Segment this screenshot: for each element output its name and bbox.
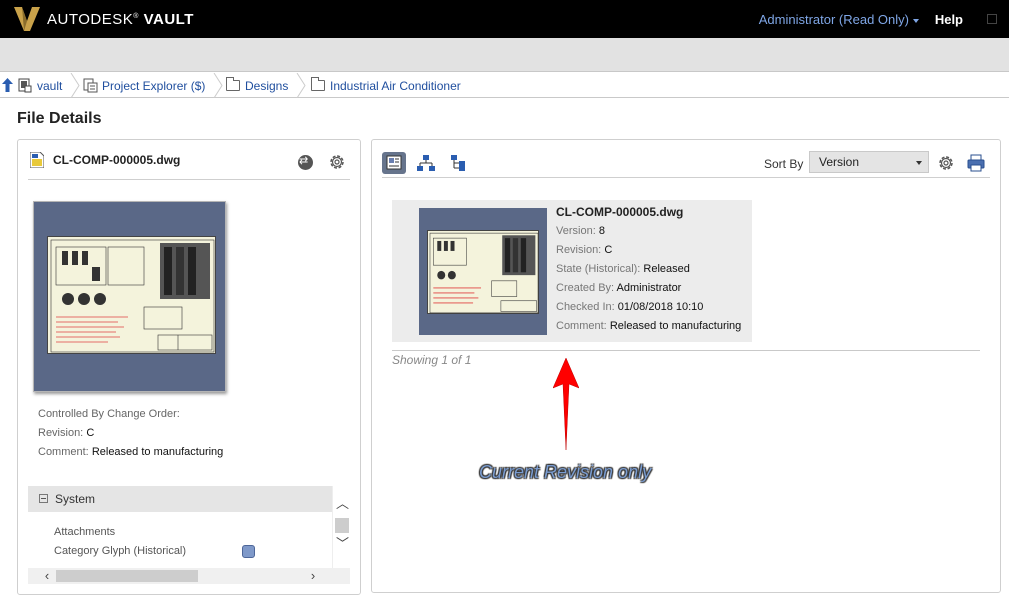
scroll-up-icon[interactable]: ︿ (336, 497, 349, 510)
created-by-field: Created By: Administrator (556, 282, 682, 294)
breadcrumb-vault[interactable]: vault (18, 73, 62, 98)
sort-by-label: Sort By (764, 157, 804, 171)
result-count: Showing 1 of 1 (392, 350, 980, 367)
scrollbar-thumb[interactable] (335, 518, 349, 533)
vault-icon (18, 78, 32, 93)
comment-field: Comment: Released to manufacturing (38, 446, 224, 458)
where-used-view-button[interactable] (445, 152, 469, 174)
version-thumbnail[interactable] (419, 208, 547, 335)
window-icon[interactable] (987, 14, 997, 24)
collapse-icon[interactable] (39, 494, 48, 503)
top-bar: AUTODESK® VAULT Administrator (Read Only… (0, 0, 1009, 38)
dwg-file-icon (30, 152, 44, 168)
folder-icon (226, 77, 240, 91)
drawing-preview (47, 236, 216, 354)
sort-by-select[interactable]: Version (809, 151, 929, 173)
app-logo-text: AUTODESK® VAULT (47, 11, 194, 28)
scroll-right-icon[interactable]: › (306, 568, 320, 584)
property-category-glyph: Category Glyph (Historical) (54, 545, 187, 557)
scroll-down-icon[interactable]: ﹀ (336, 537, 349, 550)
arrow-up-icon[interactable] (2, 78, 13, 92)
autodesk-logo-icon (14, 7, 40, 31)
system-section-header[interactable]: System (28, 486, 332, 512)
controlled-by-field: Controlled By Change Order: (38, 408, 180, 420)
version-history-panel: Sort By Version CL-COMP-000005.dwg Versi… (371, 139, 1001, 593)
version-field: Version: 8 (556, 225, 605, 237)
caret-down-icon (916, 161, 922, 165)
category-glyph-icon (242, 545, 255, 558)
user-menu-label: Administrator (Read Only) (758, 12, 909, 27)
vertical-scrollbar[interactable]: ︿ ﹀ (332, 486, 350, 568)
help-link[interactable]: Help (935, 12, 963, 27)
scrollbar-thumb[interactable] (56, 570, 198, 582)
cycle-icon[interactable] (298, 154, 313, 170)
breadcrumb: vault Project Explorer ($) Designs Indus… (0, 73, 1009, 98)
page-title: File Details (17, 110, 102, 127)
file-thumbnail[interactable] (33, 201, 226, 392)
grid-view-icon (386, 155, 402, 170)
print-icon[interactable] (964, 152, 988, 174)
annotation-callout: Current Revision only (479, 462, 652, 482)
drawing-preview (427, 230, 539, 314)
caret-down-icon (913, 18, 919, 23)
annotation-arrow-icon (553, 358, 579, 450)
scroll-left-icon[interactable]: ‹ (40, 568, 54, 584)
revision-field: Revision: C (556, 244, 613, 256)
gear-icon[interactable] (327, 152, 347, 172)
chevron-right-icon (70, 73, 80, 98)
comment-field: Comment: Released to manufacturing (556, 320, 742, 332)
user-menu[interactable]: Administrator (Read Only) (759, 12, 919, 27)
file-info-panel: CL-COMP-000005.dwg ⇄ Controlled By Chang… (17, 139, 361, 595)
grid-view-button[interactable] (382, 152, 406, 174)
toolbar-strip (0, 38, 1009, 72)
breadcrumb-industrial-air-conditioner[interactable]: Industrial Air Conditioner (311, 73, 461, 98)
drawing-sheet-icon (50, 239, 215, 353)
uses-view-button[interactable] (414, 152, 438, 174)
view-toolbar: Sort By Version (382, 150, 990, 178)
state-field: State (Historical): Released (556, 263, 690, 275)
system-properties: System Attachments Category Glyph (Histo… (28, 486, 350, 584)
breadcrumb-designs[interactable]: Designs (226, 73, 288, 98)
file-name: CL-COMP-000005.dwg (53, 153, 181, 167)
revision-field: Revision: C (38, 427, 95, 439)
checked-in-field: Checked In: 01/08/2018 10:10 (556, 301, 704, 313)
version-file-name: CL-COMP-000005.dwg (556, 205, 684, 219)
gear-icon[interactable] (934, 152, 958, 174)
drawing-sheet-icon (429, 232, 539, 314)
breadcrumb-project-explorer[interactable]: Project Explorer ($) (83, 73, 205, 98)
horizontal-scrollbar[interactable]: ‹ › (28, 568, 350, 584)
hierarchy-icon (451, 155, 465, 171)
property-attachments: Attachments (54, 526, 116, 538)
hierarchy-icon (417, 155, 435, 171)
folder-icon (311, 77, 325, 91)
file-header: CL-COMP-000005.dwg (28, 150, 350, 180)
chevron-right-icon (296, 73, 306, 98)
project-explorer-icon (83, 78, 98, 93)
chevron-right-icon (213, 73, 223, 98)
version-card[interactable]: CL-COMP-000005.dwg Version: 8 Revision: … (392, 200, 752, 342)
